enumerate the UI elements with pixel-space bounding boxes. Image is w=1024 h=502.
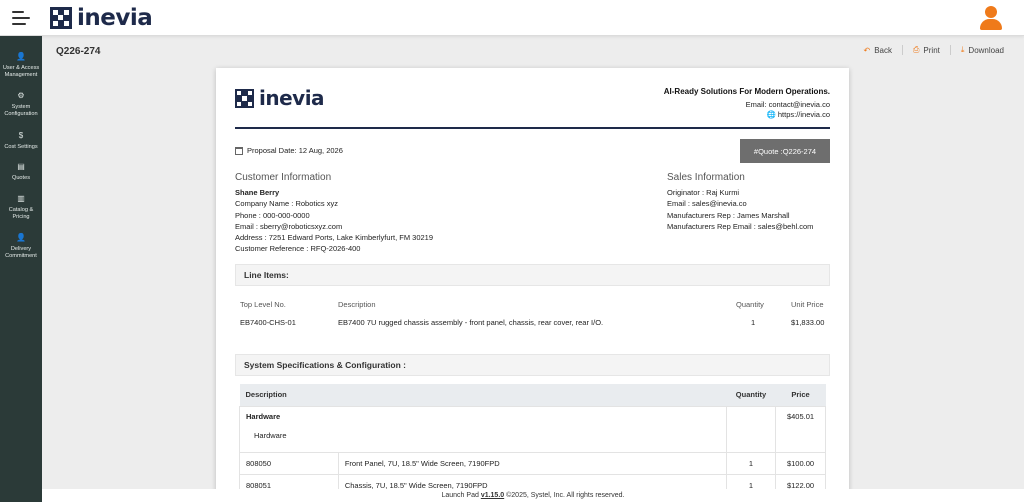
group-cell: Hardware Hardware <box>238 405 728 453</box>
user-avatar-icon[interactable] <box>980 6 1002 30</box>
menu-toggle-icon[interactable] <box>12 9 32 27</box>
sidebar-item-system-config[interactable]: ⚙ System Configuration <box>0 91 42 118</box>
sidebar-item-label: System Configuration <box>4 104 38 117</box>
sidebar-item-label: Cost Settings <box>4 144 38 150</box>
sidebar-item-catalog-pricing[interactable]: ▥ Catalog & Pricing <box>0 194 42 221</box>
sidebar-item-label: Delivery Commitment <box>5 246 37 259</box>
customer-email: Email : sberry@roboticsxyz.com <box>235 221 343 231</box>
footer-copyright: ©2025, Systel, Inc. All rights reserved. <box>506 492 625 499</box>
table-group-row: Hardware Hardware $405.01 <box>238 405 826 453</box>
column-header-description: Description <box>338 300 376 309</box>
footer-app-name: Launch Pad <box>441 492 479 499</box>
group-name: Hardware <box>246 411 281 421</box>
column-header-unit-price: Unit Price <box>791 300 824 309</box>
line-item-top-level: EB7400-CHS-01 <box>240 318 296 327</box>
line-item-description: EB7400 7U rugged chassis assembly - fron… <box>338 318 604 327</box>
top-bar: inevia <box>0 0 1024 36</box>
document-logo: inevia <box>235 86 325 110</box>
footer: Launch Pad v1.15.0 ©2025, Systel, Inc. A… <box>42 489 1024 502</box>
quote-number-badge: #Quote :Q226-274 <box>740 139 830 163</box>
group-quantity <box>726 405 776 453</box>
divider <box>949 45 951 55</box>
company-email: Email: contact@inevia.co <box>745 100 830 109</box>
specs-table: Description Quantity Price Hardware Hard… <box>238 384 826 497</box>
part-quantity: 1 <box>726 451 776 475</box>
column-header-quantity: Quantity <box>726 384 776 406</box>
customer-company: Company Name : Robotics xyz <box>235 199 338 209</box>
column-header-price: Price <box>775 384 826 406</box>
document-brand-name: inevia <box>259 86 325 110</box>
logo-mark-icon <box>235 88 254 108</box>
part-price: $100.00 <box>775 451 826 475</box>
sales-rep-email: Manufacturers Rep Email : sales@behl.com <box>667 221 814 231</box>
download-button[interactable]: ⤓ Download <box>961 45 1004 55</box>
page-title: Q226-274 <box>56 46 101 57</box>
sidebar-item-label: User & Access Management <box>2 65 40 78</box>
customer-info: Shane Berry Company Name : Robotics xyz … <box>235 187 433 255</box>
sidebar-item-cost-settings[interactable]: $ Cost Settings <box>0 131 42 151</box>
back-icon: ↶ <box>863 45 871 55</box>
back-button[interactable]: ↶ Back <box>864 46 893 55</box>
app-logo[interactable]: inevia <box>50 5 153 31</box>
sales-email: Email : sales@inevia.co <box>667 199 747 209</box>
header-divider <box>235 127 830 129</box>
column-header-top-level: Top Level No. <box>240 300 286 309</box>
sales-info-heading: Sales Information <box>667 172 745 183</box>
column-header-quantity: Quantity <box>736 300 764 309</box>
calendar-icon <box>235 146 243 155</box>
customer-phone: Phone : 000-000-0000 <box>235 210 310 220</box>
customer-info-heading: Customer Information <box>235 172 332 183</box>
gear-icon: ⚙ <box>17 91 25 100</box>
sidebar-item-label: Catalog & Pricing <box>8 207 34 220</box>
dollar-icon: $ <box>18 131 24 140</box>
user-icon: 👤 <box>16 52 26 61</box>
company-tagline: AI-Ready Solutions For Modern Operations… <box>663 87 830 96</box>
sales-rep: Manufacturers Rep : James Marshall <box>667 210 790 220</box>
column-header-description: Description <box>239 384 727 406</box>
divider <box>902 45 904 55</box>
line-item-unit-price: $1,833.00 <box>791 318 825 327</box>
customer-address: Address : 7251 Edward Ports, Lake Kimber… <box>235 233 434 243</box>
part-description: Front Panel, 7U, 18.5" Wide Screen, 7190… <box>337 451 728 475</box>
sidebar-item-quotes[interactable]: ▤ Quotes <box>0 162 42 182</box>
sidebar: 👤 User & Access Management ⚙ System Conf… <box>0 36 42 502</box>
globe-icon: 🌐 <box>766 110 776 119</box>
logo-mark-icon <box>50 7 72 29</box>
customer-reference: Customer Reference : RFQ-2026-400 <box>235 244 361 254</box>
sales-originator: Originator : Raj Kurmi <box>667 188 740 197</box>
page-actions: ↶ Back ⎙ Print ⤓ Download <box>854 45 1004 55</box>
version-link[interactable]: v1.15.0 <box>481 492 504 499</box>
quote-document: inevia AI-Ready Solutions For Modern Ope… <box>216 68 849 502</box>
quotes-icon: ▤ <box>17 162 25 171</box>
line-items-section-title: Line Items: <box>235 264 830 286</box>
table-row: 808050 Front Panel, 7U, 18.5" Wide Scree… <box>239 451 826 475</box>
customer-name: Shane Berry <box>235 188 280 197</box>
line-item-quantity: 1 <box>751 318 756 327</box>
specs-section-title: System Specifications & Configuration : <box>235 354 830 376</box>
download-icon: ⤓ <box>960 45 965 54</box>
brand-name: inevia <box>77 5 153 31</box>
table-header-row: Description Quantity Price <box>239 384 826 406</box>
company-website: 🌐 https://inevia.co <box>766 110 830 119</box>
proposal-date: Proposal Date: 12 Aug, 2026 <box>235 146 343 155</box>
part-number: 808050 <box>239 451 339 475</box>
group-price: $405.01 <box>775 405 826 453</box>
sales-info: Originator : Raj Kurmi Email : sales@ine… <box>667 187 813 232</box>
sidebar-item-user-access[interactable]: 👤 User & Access Management <box>0 52 42 79</box>
group-subname: Hardware <box>254 430 287 440</box>
print-button[interactable]: ⎙ Print <box>913 45 940 55</box>
catalog-icon: ▥ <box>17 194 25 203</box>
sidebar-item-delivery[interactable]: 👤 Delivery Commitment <box>0 233 42 260</box>
delivery-icon: 👤 <box>16 233 26 242</box>
printer-icon: ⎙ <box>913 45 920 54</box>
sidebar-item-label: Quotes <box>11 175 31 181</box>
